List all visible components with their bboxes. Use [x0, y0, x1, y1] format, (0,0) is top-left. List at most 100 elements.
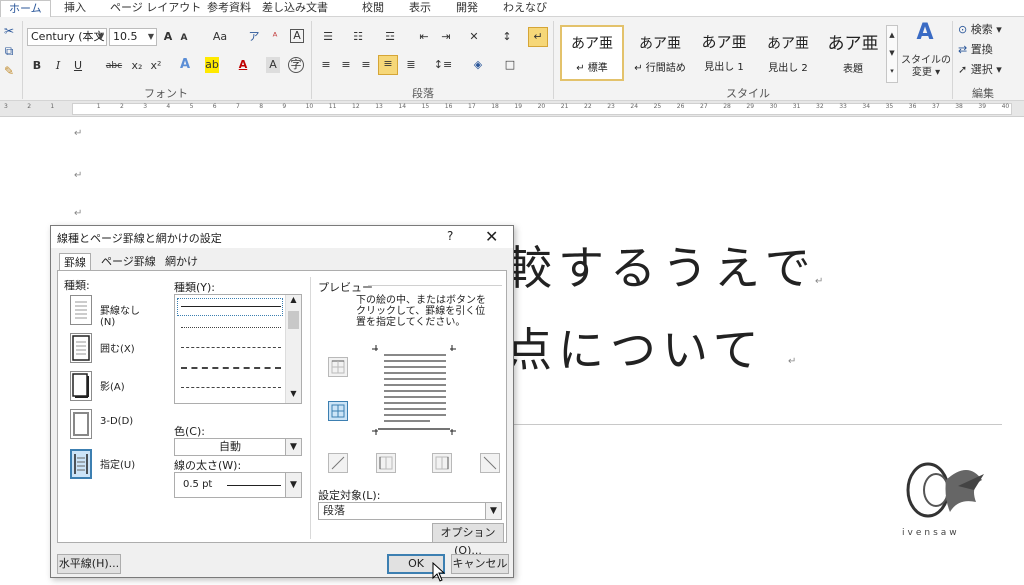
line-style-dotted[interactable]: [181, 327, 281, 328]
binoculars-icon: ⊙: [958, 23, 968, 36]
setting-none[interactable]: 罫線なし(N): [64, 293, 152, 328]
multilevel-list-icon[interactable]: ☲: [380, 29, 400, 45]
style-normal[interactable]: あア亜 ↵ 標準: [560, 25, 624, 81]
format-painter-icon[interactable]: ✎: [2, 63, 16, 79]
cut-icon[interactable]: ✂: [2, 23, 16, 39]
tab-insert[interactable]: 挿入: [64, 0, 86, 17]
setting-3d[interactable]: 3-D(D): [64, 407, 152, 441]
style-no-spacing-preview: あア亜: [639, 36, 681, 52]
line-style-long-dash[interactable]: [181, 367, 281, 369]
style-heading2[interactable]: あア亜 見出し 2: [758, 25, 818, 81]
tab-view[interactable]: 表示: [409, 0, 431, 17]
distribute-icon[interactable]: ≣: [403, 57, 419, 73]
decrease-indent-icon[interactable]: ⇤: [415, 29, 433, 45]
line-style-solid[interactable]: [181, 306, 281, 307]
diagonal-up-button[interactable]: [480, 453, 500, 473]
bold-button[interactable]: B: [31, 58, 43, 74]
line-style-list[interactable]: ▲ ▼: [174, 294, 302, 404]
left-border-button[interactable]: [376, 453, 396, 473]
color-select[interactable]: 自動 ▼: [174, 438, 302, 456]
preview-label: プレビュー: [318, 281, 373, 294]
style-title[interactable]: あア亜 表題: [822, 25, 884, 81]
font-name-combo[interactable]: Century (本文 ▼: [27, 28, 107, 46]
style-no-spacing[interactable]: あア亜 ↵ 行間詰め: [628, 25, 692, 81]
select-button[interactable]: ➚ 選択 ▾: [958, 62, 1020, 78]
tab-waenavi[interactable]: わえなび: [503, 0, 547, 17]
sort-icon[interactable]: ↕: [498, 29, 516, 45]
styles-scroll[interactable]: ▲ ▼ ▾: [886, 25, 898, 83]
phonetic-guide-icon[interactable]: ア: [247, 29, 261, 45]
scroll-down-icon[interactable]: ▼: [286, 389, 301, 403]
selected-line-style[interactable]: [177, 298, 283, 316]
copy-icon[interactable]: ⧉: [2, 43, 16, 59]
align-left-icon[interactable]: ≡: [318, 57, 334, 73]
asian-layout-icon[interactable]: ✕: [463, 29, 485, 45]
enclose-char-icon[interactable]: 字: [288, 57, 304, 73]
clear-format-icon[interactable]: ᴬ: [268, 29, 282, 45]
text-effect-icon[interactable]: A: [178, 57, 192, 73]
style-heading1[interactable]: あア亜 見出し 1: [694, 25, 754, 81]
top-border-button[interactable]: [328, 357, 348, 377]
subscript-button[interactable]: x₂: [130, 58, 144, 74]
numbering-icon[interactable]: ☷: [348, 29, 368, 45]
tab-page-layout[interactable]: ページ レイアウト: [110, 0, 201, 17]
tab-review[interactable]: 校閲: [362, 0, 384, 17]
show-marks-icon[interactable]: ↵: [528, 27, 548, 47]
change-styles-icon[interactable]: A: [904, 22, 946, 44]
highlight-icon[interactable]: ab: [205, 57, 219, 73]
setting-custom[interactable]: 指定(U): [64, 447, 152, 481]
tab-borders[interactable]: 罫線: [59, 253, 91, 271]
shrink-font-button[interactable]: A: [178, 30, 190, 46]
horizontal-line-button[interactable]: 水平線(H)...: [57, 554, 121, 574]
tab-home[interactable]: ホーム: [0, 0, 51, 17]
line-style-scrollbar[interactable]: ▲ ▼: [285, 295, 301, 403]
line-style-dash-dot[interactable]: [181, 387, 281, 388]
tab-references[interactable]: 参考資料: [207, 0, 251, 17]
ruler-tick: 10: [305, 103, 314, 110]
strikethrough-button[interactable]: abc: [103, 58, 125, 74]
bullets-icon[interactable]: ☰: [318, 29, 338, 45]
tab-mailings[interactable]: 差し込み文書: [262, 0, 328, 17]
grow-font-button[interactable]: A: [161, 29, 175, 45]
style-title-name: 表題: [843, 64, 863, 75]
dialog-title-bar[interactable]: 線種とページ罫線と網かけの設定 ? ✕: [51, 226, 513, 248]
tab-shading[interactable]: 網かけ: [161, 253, 202, 271]
change-case-button[interactable]: Aa: [208, 29, 232, 45]
tab-developer[interactable]: 開発: [456, 0, 478, 17]
line-style-dashed[interactable]: [181, 347, 281, 348]
middle-border-button[interactable]: [328, 401, 348, 421]
tab-page-border[interactable]: ページ罫線: [97, 253, 160, 271]
find-button[interactable]: ⊙ 検索 ▾: [958, 22, 1020, 38]
align-center-icon[interactable]: ≡: [338, 57, 354, 73]
scroll-up-icon[interactable]: ▲: [286, 295, 301, 309]
align-right-icon[interactable]: ≡: [358, 57, 374, 73]
change-styles-button[interactable]: スタイルの 変更 ▾: [898, 55, 954, 79]
setting-shadow[interactable]: 影(A): [64, 369, 152, 403]
preview-canvas[interactable]: [370, 345, 458, 437]
apply-to-select[interactable]: 段落 ▼: [318, 502, 502, 520]
setting-box[interactable]: 囲む(X): [64, 331, 152, 365]
replace-label: 置換: [970, 43, 993, 56]
borders-icon[interactable]: □: [500, 57, 520, 73]
help-button[interactable]: ?: [447, 229, 453, 243]
char-shading-icon[interactable]: A: [266, 57, 280, 73]
scroll-thumb[interactable]: [288, 311, 299, 329]
line-spacing-icon[interactable]: ↕≡: [433, 57, 453, 73]
justify-icon[interactable]: ≡: [378, 55, 398, 75]
replace-button[interactable]: ⇄ 置換: [958, 42, 1020, 58]
font-size-combo[interactable]: 10.5 ▼: [109, 28, 157, 46]
superscript-button[interactable]: x²: [149, 58, 163, 74]
increase-indent-icon[interactable]: ⇥: [437, 29, 455, 45]
horizontal-ruler[interactable]: 3 2 1 1 2 3 4 5 6 7 8 9 10 11 12 13 14 15 16 17 18 19 20 21 22 23…: [0, 101, 1024, 117]
diagonal-down-button[interactable]: [328, 453, 348, 473]
width-select[interactable]: 0.5 pt ▼: [174, 472, 302, 498]
char-border-icon[interactable]: A: [290, 29, 304, 43]
options-button[interactable]: オプション(O)...: [432, 523, 504, 557]
close-button[interactable]: ✕: [485, 227, 498, 246]
right-border-button[interactable]: [432, 453, 452, 473]
cancel-button[interactable]: キャンセル: [451, 554, 509, 574]
font-color-icon[interactable]: A: [236, 57, 250, 73]
italic-button[interactable]: I: [52, 58, 64, 74]
shading-icon[interactable]: ◈: [468, 57, 488, 73]
underline-button[interactable]: U: [72, 58, 84, 74]
